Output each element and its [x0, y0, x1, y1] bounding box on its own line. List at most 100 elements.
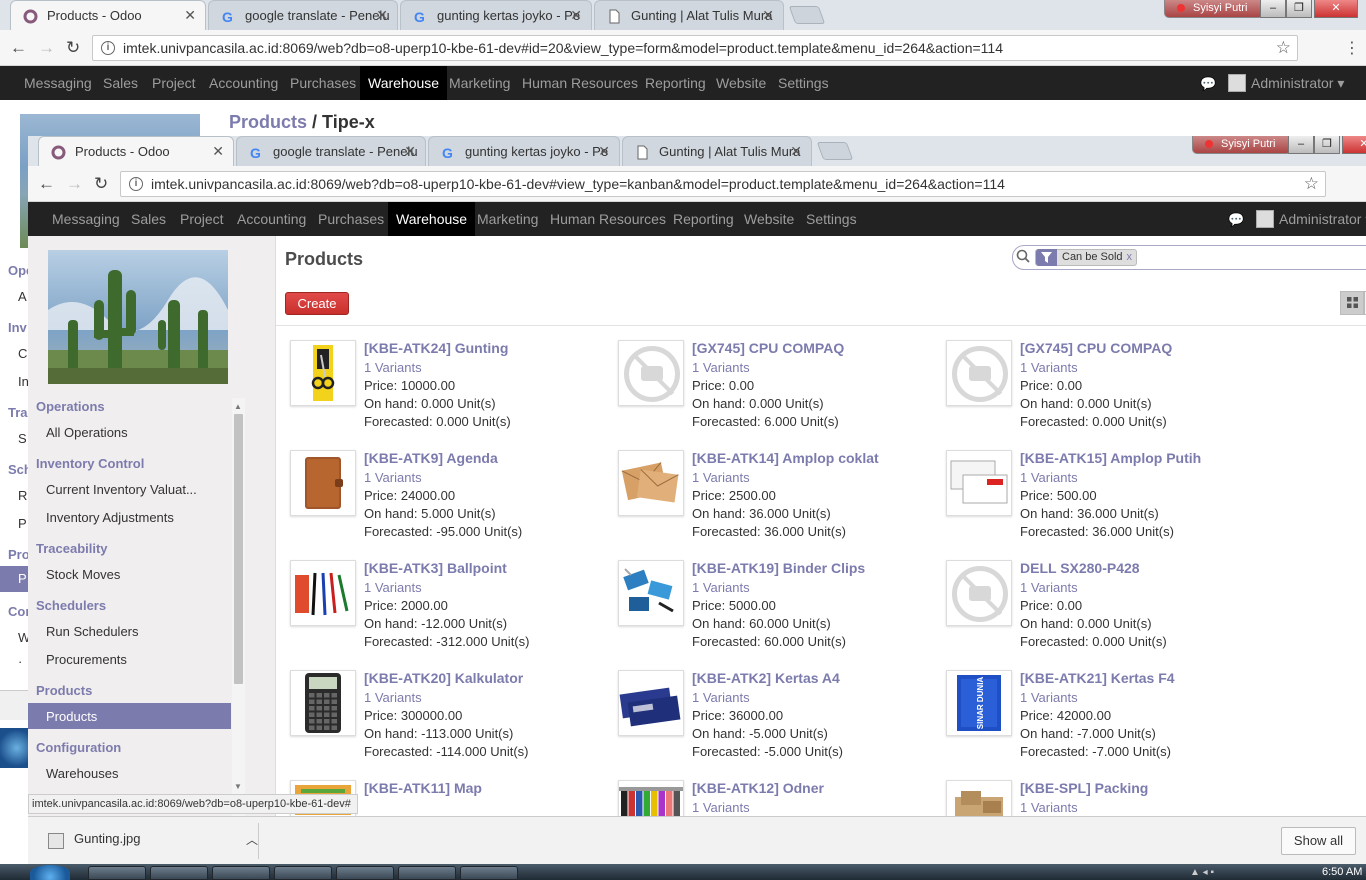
product-image[interactable]	[290, 340, 356, 406]
menu-warehouse[interactable]: Warehouse	[388, 202, 476, 236]
bg-tab-google-translate[interactable]: G google translate - Penelu ✕	[208, 0, 398, 30]
product-image[interactable]: SINAR DUNIA	[946, 670, 1012, 736]
info-icon[interactable]: i	[129, 177, 143, 191]
new-tab-button[interactable]	[816, 142, 854, 160]
menu-purchases[interactable]: Purchases	[310, 202, 392, 236]
admin-menu[interactable]: Administrator ▾	[1279, 211, 1366, 228]
taskbar-ie[interactable]	[150, 866, 208, 880]
product-variants-link[interactable]: 1 Variants	[1020, 360, 1078, 375]
bg-menu-sales[interactable]: Sales	[95, 66, 146, 100]
sidebar-item-stock-moves[interactable]: Stock Moves	[46, 567, 216, 582]
bg-tab-products[interactable]: Products - Odoo ✕	[10, 0, 206, 30]
product-image[interactable]	[290, 670, 356, 736]
close-icon[interactable]: ✕	[376, 7, 388, 24]
close-icon[interactable]: ✕	[184, 7, 196, 24]
bg-menu-purchases[interactable]: Purchases	[282, 66, 364, 100]
product-card[interactable]: [KBE-ATK9] Agenda 1 Variants Price: 24000.…	[290, 436, 610, 539]
product-card[interactable]: [KBE-ATK3] Ballpoint 1 Variants Price: 200…	[290, 546, 610, 649]
menu-project[interactable]: Project	[172, 202, 232, 236]
sidebar-scroll-thumb[interactable]	[234, 414, 243, 684]
product-variants-link[interactable]: 1 Variants	[692, 690, 750, 705]
sidebar-item-run-schedulers[interactable]: Run Schedulers	[46, 624, 216, 639]
create-button[interactable]: Create	[285, 292, 349, 315]
facet-remove-icon[interactable]: x	[1127, 251, 1133, 263]
product-name[interactable]: DELL SX280-P428	[1020, 560, 1140, 576]
chat-icon[interactable]: 💬	[1200, 76, 1216, 92]
address-bar[interactable]: i imtek.univpancasila.ac.id:8069/web?db=…	[120, 171, 1326, 197]
product-card[interactable]: [KBE-ATK20] Kalkulator 1 Variants Price: 3…	[290, 656, 610, 759]
forward-arrow-icon[interactable]: →	[38, 38, 55, 58]
product-card[interactable]: [KBE-SPL] Packing 1 Variants	[946, 766, 1266, 816]
product-card[interactable]: [KBE-ATK14] Amplop coklat 1 Variants Price…	[618, 436, 938, 539]
product-image[interactable]	[618, 450, 684, 516]
bg-menu-messaging[interactable]: Messaging	[16, 66, 100, 100]
kanban-view-button[interactable]	[1340, 291, 1364, 315]
product-name[interactable]: [KBE-ATK3] Ballpoint	[364, 560, 507, 576]
sidebar-item-procurements[interactable]: Procurements	[46, 652, 216, 667]
product-card[interactable]: DELL SX280-P428 1 Variants Price: 0.00 On h…	[946, 546, 1266, 649]
product-card[interactable]: [KBE-ATK12] Odner 1 Variants	[618, 766, 938, 816]
bg-menu-warehouse[interactable]: Warehouse	[360, 66, 448, 100]
product-variants-link[interactable]: 1 Variants	[364, 470, 422, 485]
forward-arrow-icon[interactable]: →	[66, 174, 83, 194]
close-icon[interactable]: ✕	[570, 7, 582, 24]
browser-menu-icon[interactable]: ⋮	[1344, 38, 1360, 58]
tab-gunting-kertas[interactable]: G gunting kertas joyko - Pe ✕	[428, 136, 620, 166]
sidebar-item-warehouses[interactable]: Warehouses	[46, 766, 216, 781]
product-image[interactable]	[290, 450, 356, 516]
product-name[interactable]: [GX745] CPU COMPAQ	[692, 340, 844, 356]
menu-website[interactable]: Website	[736, 202, 802, 236]
product-image[interactable]	[618, 780, 684, 816]
product-card[interactable]: [KBE-ATK2] Kertas A4 1 Variants Price: 360…	[618, 656, 938, 759]
profile-badge[interactable]: Syisyi Putri	[1192, 136, 1293, 154]
minimize-button[interactable]: –	[1288, 136, 1314, 154]
tab-products[interactable]: Products - Odoo ✕	[38, 136, 234, 166]
close-icon[interactable]: ✕	[790, 143, 802, 160]
bg-menu-human-resources[interactable]: Human Resources	[514, 66, 646, 100]
no-image-placeholder-icon[interactable]	[946, 560, 1012, 626]
search-input[interactable]: Can be Sold x	[1012, 245, 1366, 270]
sidebar-item-all-operations[interactable]: All Operations	[46, 425, 216, 440]
minimize-button[interactable]: –	[1260, 0, 1286, 18]
product-name[interactable]: [KBE-ATK12] Odner	[692, 780, 824, 796]
bg-tab-alat-tulis[interactable]: Gunting | Alat Tulis Mura ✕	[594, 0, 784, 30]
close-icon[interactable]: ✕	[404, 143, 416, 160]
product-name[interactable]: [KBE-ATK9] Agenda	[364, 450, 498, 466]
product-image[interactable]	[290, 560, 356, 626]
taskbar-app[interactable]	[398, 866, 456, 880]
windows-start-orb[interactable]	[0, 728, 28, 768]
product-variants-link[interactable]: 1 Variants	[692, 470, 750, 485]
product-name[interactable]: [KBE-ATK19] Binder Clips	[692, 560, 865, 576]
window-close-button[interactable]: ✕	[1342, 136, 1366, 154]
new-tab-button[interactable]	[788, 6, 826, 24]
product-variants-link[interactable]: 1 Variants	[1020, 800, 1078, 815]
info-icon[interactable]: i	[101, 41, 115, 55]
menu-human-resources[interactable]: Human Resources	[542, 202, 674, 236]
menu-sales[interactable]: Sales	[123, 202, 174, 236]
taskbar-chrome[interactable]	[336, 866, 394, 880]
menu-settings[interactable]: Settings	[798, 202, 865, 236]
product-name[interactable]: [KBE-ATK14] Amplop coklat	[692, 450, 879, 466]
taskbar-firefox[interactable]	[274, 866, 332, 880]
product-name[interactable]: [KBE-ATK24] Gunting	[364, 340, 508, 356]
bg-tab-gunting-kertas[interactable]: G gunting kertas joyko - Pe ✕	[400, 0, 592, 30]
avatar[interactable]	[1256, 210, 1274, 228]
product-variants-link[interactable]: 1 Variants	[1020, 690, 1078, 705]
product-variants-link[interactable]: 1 Variants	[1020, 470, 1078, 485]
taskbar-app[interactable]	[460, 866, 518, 880]
product-image[interactable]	[618, 670, 684, 736]
menu-reporting[interactable]: Reporting	[665, 202, 742, 236]
product-name[interactable]: [KBE-ATK20] Kalkulator	[364, 670, 523, 686]
bg-sidebar-active-item[interactable]: P	[0, 566, 28, 592]
product-variants-link[interactable]: 1 Variants	[692, 580, 750, 595]
profile-badge[interactable]: Syisyi Putri	[1164, 0, 1265, 18]
bg-menu-settings[interactable]: Settings	[770, 66, 837, 100]
product-variants-link[interactable]: 1 Variants	[364, 580, 422, 595]
chat-icon[interactable]: 💬	[1228, 212, 1244, 228]
product-name[interactable]: [KBE-ATK21] Kertas F4	[1020, 670, 1175, 686]
bg-menu-accounting[interactable]: Accounting	[201, 66, 286, 100]
product-card[interactable]: [KBE-ATK24] Gunting 1 Variants Price: 1000…	[290, 326, 610, 429]
search-facet-can-be-sold[interactable]: Can be Sold x	[1035, 249, 1138, 266]
avatar[interactable]	[1228, 74, 1246, 92]
menu-messaging[interactable]: Messaging	[44, 202, 128, 236]
